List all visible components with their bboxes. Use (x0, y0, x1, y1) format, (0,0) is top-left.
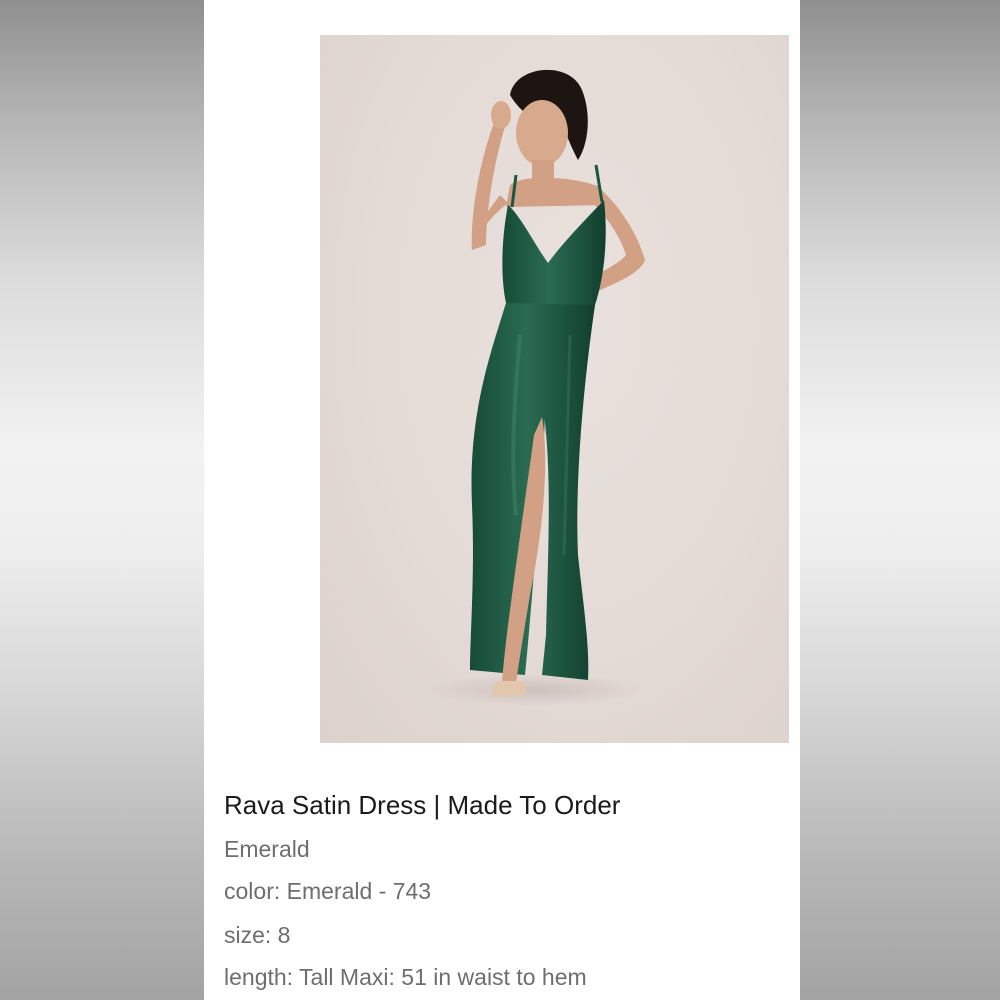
product-length: length: Tall Maxi: 51 in waist to hem (224, 964, 587, 990)
product-card: Rava Satin Dress | Made To Order Emerald… (204, 0, 800, 1000)
product-title[interactable]: Rava Satin Dress | Made To Order (224, 790, 620, 821)
product-size: size: 8 (224, 922, 291, 948)
blurred-background-right (800, 0, 1000, 1000)
product-color: color: Emerald - 743 (224, 878, 432, 904)
product-variant: Emerald (224, 836, 310, 862)
product-image[interactable] (320, 35, 789, 743)
model-in-dress-illustration (425, 69, 645, 706)
blurred-background-left (0, 0, 204, 1000)
